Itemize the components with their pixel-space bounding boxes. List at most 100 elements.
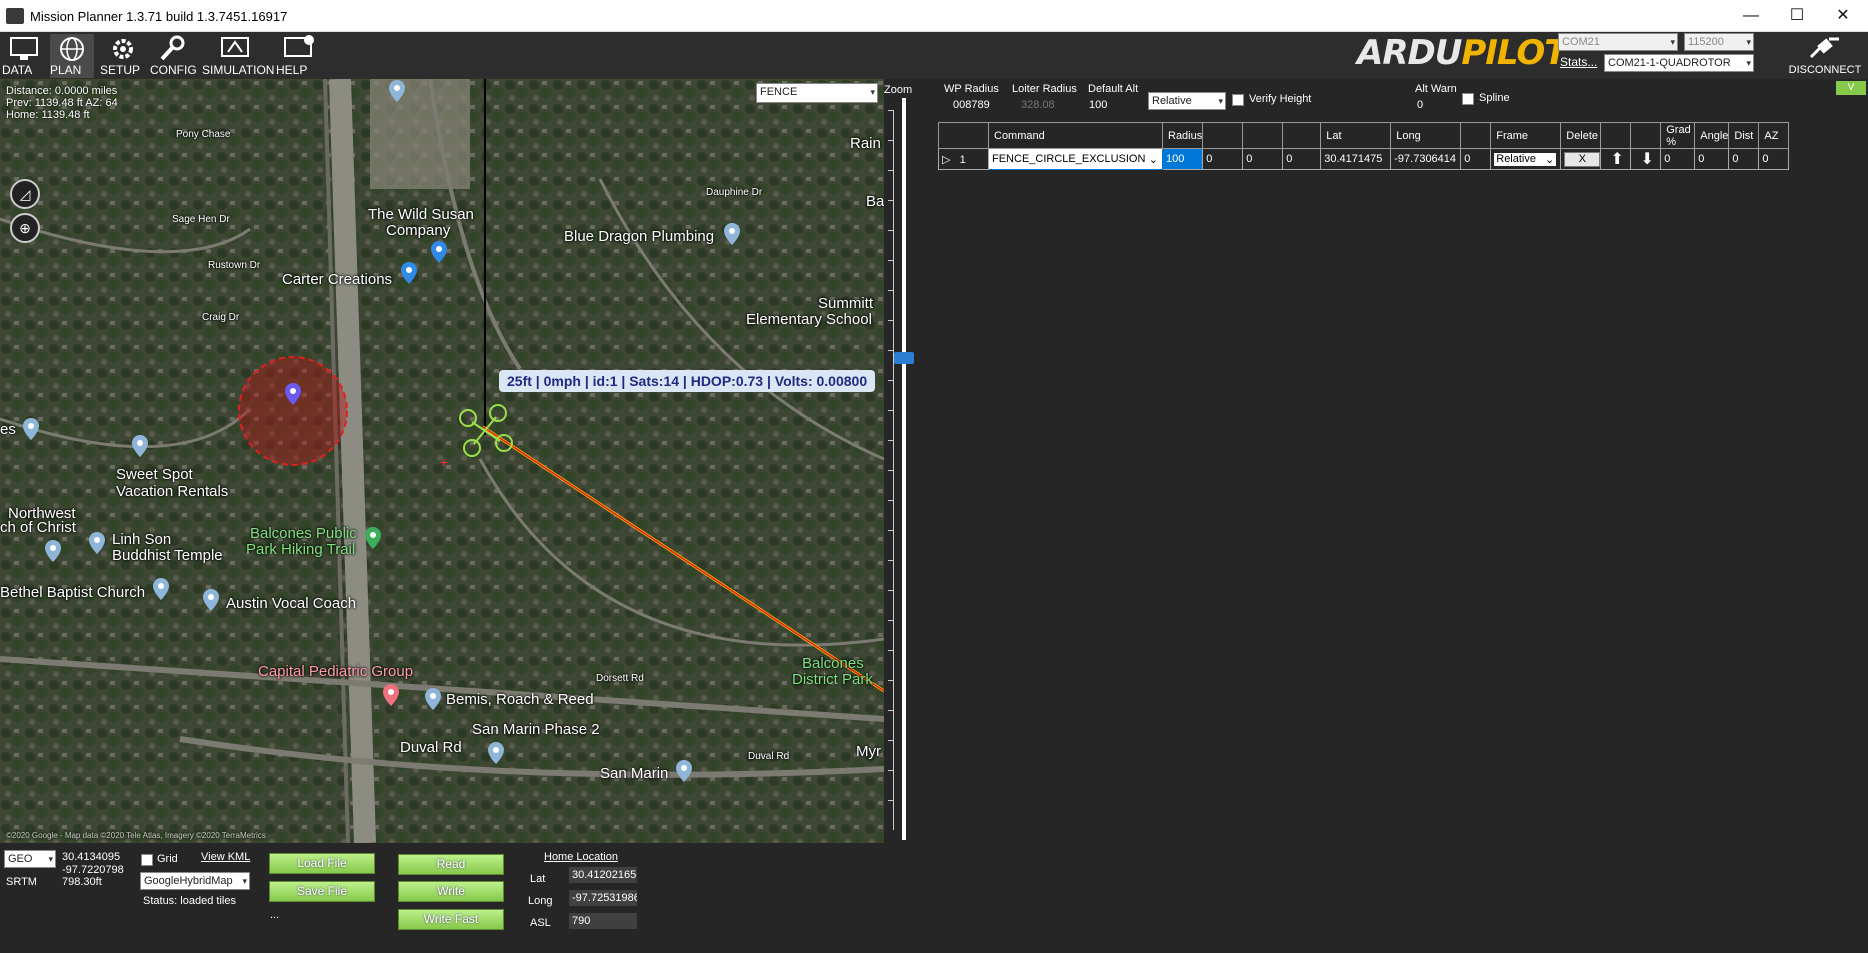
save-file-button[interactable]: Save File: [269, 881, 375, 902]
default-alt-field[interactable]: 100: [1086, 97, 1126, 113]
grid-checkbox[interactable]: [141, 854, 153, 866]
home-location-link[interactable]: Home Location: [544, 851, 618, 863]
toolbar-simulation[interactable]: SIMULATION: [202, 34, 274, 78]
move-down-icon[interactable]: ⬇: [1630, 148, 1662, 170]
prev-readout: Prev: 1139.48 ft AZ: 64: [6, 97, 118, 109]
compass-icon[interactable]: ◿: [10, 179, 40, 209]
toolbar-help[interactable]: HELP: [276, 34, 322, 78]
maximize-button[interactable]: ☐: [1774, 0, 1820, 32]
toolbar-config[interactable]: CONFIG: [150, 34, 197, 78]
altitude-frame-select[interactable]: Relative ▾: [1148, 92, 1226, 110]
home-asl-field[interactable]: 790: [569, 913, 637, 929]
window-title: Mission Planner 1.3.71 build 1.3.7451.16…: [30, 9, 288, 24]
cursor-lat: 30.4134095: [62, 851, 121, 863]
profile-select[interactable]: COM21-1-QUADROTOR ▾: [1604, 54, 1754, 72]
command-select[interactable]: FENCE_CIRCLE_EXCLUSION ⌄: [988, 148, 1163, 170]
spline-checkbox[interactable]: [1462, 93, 1474, 105]
toolbar-label: HELP: [276, 63, 308, 77]
toolbar-setup[interactable]: SETUP: [100, 34, 146, 78]
map-place-label: Dorsett Rd: [596, 673, 644, 684]
baud-select[interactable]: 115200 ▾: [1684, 33, 1754, 51]
layer-select[interactable]: FENCE ▾: [756, 83, 878, 103]
altitude-frame-value: Relative: [1152, 95, 1192, 107]
title-bar: Mission Planner 1.3.71 build 1.3.7451.16…: [0, 0, 1868, 32]
long-cell[interactable]: -97.7306414: [1390, 148, 1462, 170]
collapse-panel-button[interactable]: V: [1836, 81, 1866, 95]
map-view[interactable]: + Pony Chase Sage Hen Dr Rustown Dr Crai…: [0, 79, 884, 843]
chevron-down-icon: ⌄: [1545, 153, 1555, 166]
load-file-button[interactable]: Load File: [269, 853, 375, 874]
grid-header: [1630, 122, 1662, 149]
grad-cell: 0: [1660, 148, 1696, 170]
loiter-radius-field[interactable]: 328.08: [1018, 97, 1068, 113]
radius-cell[interactable]: 100: [1161, 148, 1204, 170]
verify-height-checkbox[interactable]: [1232, 94, 1244, 106]
zoom-icon[interactable]: ⊕: [10, 213, 40, 243]
table-row[interactable]: ▷ 1 FENCE_CIRCLE_EXCLUSION ⌄ 100 0 0 0 30…: [938, 148, 1790, 170]
map-type-select[interactable]: GoogleHybridMap ▾: [140, 872, 250, 890]
delete-button[interactable]: X: [1564, 151, 1601, 167]
map-place-label: Company: [386, 222, 451, 239]
layer-value: FENCE: [760, 86, 798, 98]
frame-value: Relative: [1496, 152, 1536, 165]
waypoint-grid: Command Radius Lat Long Frame Delete Gra…: [938, 122, 1790, 170]
grid-header: Command: [988, 122, 1163, 149]
toolbar-label: DATA: [2, 63, 33, 77]
place-pin-icon: [132, 435, 148, 457]
view-kml-link[interactable]: View KML: [201, 851, 250, 863]
disconnect-button[interactable]: DISCONNECT: [1786, 35, 1864, 77]
disconnect-label: DISCONNECT: [1788, 64, 1862, 76]
map-place-label: Balcones: [802, 655, 864, 672]
lat-cell[interactable]: 30.4171475: [1320, 148, 1392, 170]
alt-warn-label: Alt Warn: [1415, 83, 1457, 95]
param2-cell[interactable]: 0: [1202, 148, 1244, 170]
frame-select[interactable]: Relative ⌄: [1490, 148, 1562, 170]
simulation-icon: [221, 37, 249, 57]
grid-header-row: Command Radius Lat Long Frame Delete Gra…: [938, 122, 1790, 149]
chevron-down-icon: ▾: [1670, 37, 1675, 47]
home-long-field[interactable]: -97.72531986: [569, 890, 637, 906]
wp-radius-field[interactable]: 008789: [950, 97, 1000, 113]
grid-header: Delete: [1560, 122, 1602, 149]
svg-text:+: +: [440, 454, 448, 470]
zoom-slider-handle[interactable]: [894, 352, 914, 364]
alt-warn-field[interactable]: 0: [1414, 97, 1454, 113]
stats-link[interactable]: Stats...: [1560, 55, 1597, 69]
home-long-label: Long: [528, 895, 553, 907]
write-fast-button[interactable]: Write Fast: [398, 909, 504, 930]
coord-type-select[interactable]: GEO ▾: [4, 850, 56, 868]
move-up-icon[interactable]: ⬆: [1600, 148, 1632, 170]
waypoint-pin-icon[interactable]: [284, 382, 302, 406]
toolbar-plan[interactable]: PLAN: [50, 34, 94, 78]
map-place-label: Austin Vocal Coach: [226, 595, 357, 612]
place-pin-icon: [203, 589, 219, 611]
row-index-cell[interactable]: ▷ 1: [938, 148, 989, 170]
alt-cell[interactable]: 0: [1460, 148, 1492, 170]
coord-type-value: GEO: [8, 853, 33, 865]
church-pin-icon: [153, 578, 169, 600]
write-button[interactable]: Write: [398, 881, 504, 902]
minimize-button[interactable]: —: [1728, 0, 1774, 32]
read-button[interactable]: Read: [398, 854, 504, 875]
place-pin-icon: [724, 223, 740, 245]
logo-part1: ARDU: [1357, 33, 1462, 73]
cursor-alt: 798.30ft: [62, 876, 102, 888]
map-place-label: Blue Dragon Plumbing: [564, 228, 715, 245]
zoom-slider-track[interactable]: [902, 98, 906, 840]
spline-label: Spline: [1479, 92, 1510, 104]
param3-cell[interactable]: 0: [1242, 148, 1284, 170]
com-port-select[interactable]: COM21 ▾: [1558, 33, 1678, 51]
map-place-label: Rustown Dr: [208, 260, 261, 271]
grid-header: AZ: [1758, 122, 1790, 149]
place-pin-icon: [431, 241, 447, 263]
grid-header: [1282, 122, 1322, 149]
chevron-down-icon: ▾: [48, 854, 53, 864]
map-copyright: ©2020 Google - Map data ©2020 Tele Atlas…: [6, 831, 266, 840]
close-button[interactable]: ✕: [1820, 0, 1866, 32]
toolbar-data[interactable]: DATA: [2, 34, 46, 78]
ardupilot-logo: ARDUPILOT: [1357, 33, 1567, 73]
help-icon: [284, 35, 314, 57]
home-lat-field[interactable]: 30.41202165: [569, 867, 637, 883]
param4-cell[interactable]: 0: [1282, 148, 1322, 170]
zoom-label: Zoom: [884, 84, 913, 96]
